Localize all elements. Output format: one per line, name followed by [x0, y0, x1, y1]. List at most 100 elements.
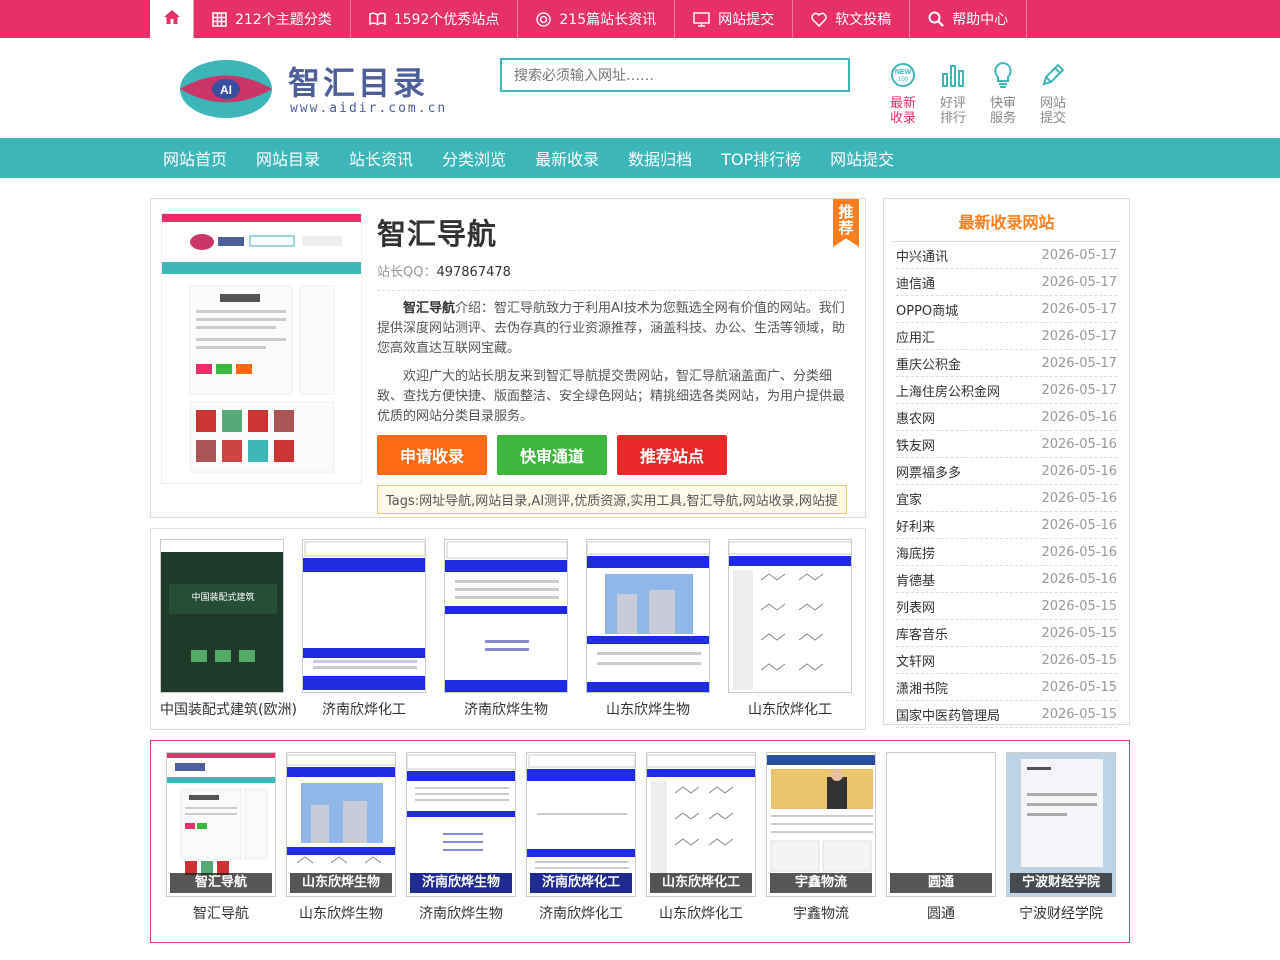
- list-item[interactable]: 文轩网 2026-05-15: [896, 647, 1117, 674]
- featured-site-label[interactable]: 宇鑫物流: [766, 903, 876, 923]
- featured-site-item[interactable]: 智汇导航 智汇导航: [166, 752, 276, 923]
- featured-site-item[interactable]: 山东欣烨化工 山东欣烨化工: [646, 752, 756, 923]
- featured-site-thumb[interactable]: 济南欣烨生物: [406, 752, 516, 897]
- latest-site-name[interactable]: 惠农网: [896, 408, 935, 427]
- list-item[interactable]: 应用汇 2026-05-17: [896, 323, 1117, 350]
- latest-site-name[interactable]: OPPO商城: [896, 300, 958, 319]
- topbar-news[interactable]: 215篇站长资讯: [518, 0, 676, 38]
- recommend-button[interactable]: 推荐站点: [617, 435, 727, 475]
- list-item[interactable]: 惠农网 2026-05-16: [896, 404, 1117, 431]
- fast-review-button[interactable]: 快审通道: [497, 435, 607, 475]
- quick-submit[interactable]: 网站 提交: [1035, 60, 1071, 126]
- list-item[interactable]: 潇湘书院 2026-05-15: [896, 674, 1117, 701]
- featured-site-item[interactable]: 济南欣烨生物 济南欣烨生物: [406, 752, 516, 923]
- related-site-item[interactable]: 济南欣烨化工: [302, 539, 426, 719]
- latest-site-name[interactable]: 肯德基: [896, 570, 935, 589]
- featured-site-item[interactable]: 山东欣烨生物 山东欣烨生物: [286, 752, 396, 923]
- site-logo[interactable]: AI 智汇目录 www.aidir.com.cn: [178, 56, 468, 122]
- featured-site-label[interactable]: 宁波财经学院: [1006, 903, 1116, 923]
- list-item[interactable]: 好利来 2026-05-16: [896, 512, 1117, 539]
- latest-site-name[interactable]: 迪信通: [896, 273, 935, 292]
- nav-directory[interactable]: 网站目录: [248, 146, 328, 170]
- featured-site-item[interactable]: 圆通 圆通: [886, 752, 996, 923]
- latest-site-name[interactable]: 文轩网: [896, 651, 935, 670]
- related-site-item[interactable]: 中国装配式建筑 中国装配式建筑(欧洲): [160, 539, 297, 719]
- nav-top[interactable]: TOP排行榜: [713, 146, 809, 170]
- topbar-article[interactable]: 软文投稿: [793, 0, 911, 38]
- list-item[interactable]: 肯德基 2026-05-16: [896, 566, 1117, 593]
- topbar-categories[interactable]: 212个主题分类: [194, 0, 351, 38]
- list-item[interactable]: 宜家 2026-05-16: [896, 485, 1117, 512]
- related-site-label[interactable]: 济南欣烨生物: [444, 699, 568, 719]
- list-item[interactable]: OPPO商城 2026-05-17: [896, 296, 1117, 323]
- featured-site-thumb[interactable]: 宁波财经学院: [1006, 752, 1116, 897]
- latest-site-name[interactable]: 潇湘书院: [896, 678, 948, 697]
- featured-site-thumb[interactable]: 宇鑫物流: [766, 752, 876, 897]
- related-site-thumb[interactable]: [586, 539, 710, 693]
- site-screenshot[interactable]: [161, 213, 362, 484]
- related-site-label[interactable]: 中国装配式建筑(欧洲): [160, 699, 297, 719]
- latest-site-name[interactable]: 铁友网: [896, 435, 935, 454]
- related-site-item[interactable]: 济南欣烨生物: [444, 539, 568, 719]
- related-site-thumb[interactable]: 中国装配式建筑: [160, 539, 284, 693]
- latest-site-name[interactable]: 宜家: [896, 489, 922, 508]
- featured-site-thumb[interactable]: 山东欣烨生物: [286, 752, 396, 897]
- latest-site-name[interactable]: 国家中医药管理局: [896, 705, 1000, 724]
- related-site-label[interactable]: 济南欣烨化工: [302, 699, 426, 719]
- quick-newest[interactable]: NEW 100 最新 收录: [885, 60, 921, 126]
- latest-site-name[interactable]: 列表网: [896, 597, 935, 616]
- latest-site-name[interactable]: 网票福多多: [896, 462, 961, 481]
- list-item[interactable]: 上海住房公积金网 2026-05-17: [896, 377, 1117, 404]
- related-site-item[interactable]: 山东欣烨生物: [586, 539, 710, 719]
- featured-site-item[interactable]: 宁波财经学院 宁波财经学院: [1006, 752, 1116, 923]
- topbar-sites[interactable]: 1592个优秀站点: [351, 0, 519, 38]
- latest-site-name[interactable]: 上海住房公积金网: [896, 381, 1000, 400]
- featured-site-thumb[interactable]: 山东欣烨化工: [646, 752, 756, 897]
- related-site-thumb[interactable]: [302, 539, 426, 693]
- quick-ranking[interactable]: 好评 排行: [935, 60, 971, 126]
- nav-submit[interactable]: 网站提交: [822, 146, 902, 170]
- related-site-label[interactable]: 山东欣烨生物: [586, 699, 710, 719]
- home-button[interactable]: [150, 0, 194, 38]
- related-site-item[interactable]: 山东欣烨化工: [728, 539, 852, 719]
- latest-site-name[interactable]: 海底捞: [896, 543, 935, 562]
- featured-site-label[interactable]: 济南欣烨生物: [406, 903, 516, 923]
- featured-site-item[interactable]: 宇鑫物流 宇鑫物流: [766, 752, 876, 923]
- topbar-submit[interactable]: 网站提交: [675, 0, 794, 38]
- related-site-label[interactable]: 山东欣烨化工: [728, 699, 852, 719]
- featured-site-item[interactable]: 济南欣烨化工 济南欣烨化工: [526, 752, 636, 923]
- featured-site-label[interactable]: 山东欣烨生物: [286, 903, 396, 923]
- list-item[interactable]: 国家中医药管理局 2026-05-15: [896, 701, 1117, 728]
- nav-news[interactable]: 站长资讯: [341, 146, 421, 170]
- nav-archive[interactable]: 数据归档: [620, 146, 700, 170]
- featured-site-label[interactable]: 济南欣烨化工: [526, 903, 636, 923]
- related-site-thumb[interactable]: [444, 539, 568, 693]
- latest-site-name[interactable]: 库客音乐: [896, 624, 948, 643]
- latest-site-name[interactable]: 重庆公积金: [896, 354, 961, 373]
- search-input[interactable]: 搜索必须输入网址……: [500, 58, 850, 92]
- list-item[interactable]: 重庆公积金 2026-05-17: [896, 350, 1117, 377]
- featured-site-label[interactable]: 山东欣烨化工: [646, 903, 756, 923]
- list-item[interactable]: 迪信通 2026-05-17: [896, 269, 1117, 296]
- latest-site-name[interactable]: 好利来: [896, 516, 935, 535]
- topbar-help[interactable]: 帮助中心: [910, 0, 1028, 38]
- featured-site-thumb[interactable]: 智汇导航: [166, 752, 276, 897]
- nav-newest[interactable]: 最新收录: [527, 146, 607, 170]
- featured-site-thumb[interactable]: 圆通: [886, 752, 996, 897]
- nav-categories[interactable]: 分类浏览: [434, 146, 514, 170]
- list-item[interactable]: 中兴通讯 2026-05-17: [896, 242, 1117, 269]
- featured-site-label[interactable]: 智汇导航: [166, 903, 276, 923]
- featured-site-label[interactable]: 圆通: [886, 903, 996, 923]
- list-item[interactable]: 海底捞 2026-05-16: [896, 539, 1117, 566]
- list-item[interactable]: 网票福多多 2026-05-16: [896, 458, 1117, 485]
- latest-site-name[interactable]: 中兴通讯: [896, 246, 948, 265]
- nav-home[interactable]: 网站首页: [155, 146, 235, 170]
- featured-site-thumb[interactable]: 济南欣烨化工: [526, 752, 636, 897]
- latest-site-name[interactable]: 应用汇: [896, 327, 935, 346]
- quick-fast-review[interactable]: 快审 服务: [985, 60, 1021, 126]
- related-site-thumb[interactable]: [728, 539, 852, 693]
- list-item[interactable]: 列表网 2026-05-15: [896, 593, 1117, 620]
- apply-button[interactable]: 申请收录: [377, 435, 487, 475]
- list-item[interactable]: 库客音乐 2026-05-15: [896, 620, 1117, 647]
- list-item[interactable]: 铁友网 2026-05-16: [896, 431, 1117, 458]
